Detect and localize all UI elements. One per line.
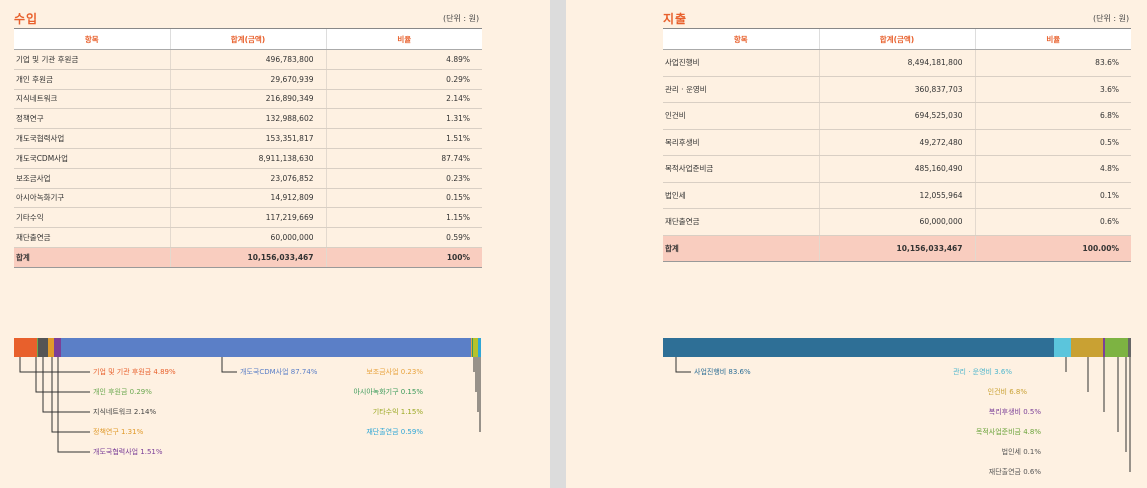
bar-label: 목적사업준비금 4.8% [975, 428, 1041, 436]
bar-label: 사업진행비 83.6% [694, 368, 751, 376]
bar-label: 법인세 0.1% [1001, 448, 1041, 456]
leader-line [42, 357, 90, 413]
bar-label: 보조금사업 0.23% [366, 368, 423, 376]
bar-label: 재단출연금 0.6% [988, 468, 1041, 476]
bar-label: 개도국협력사업 1.51% [93, 448, 163, 456]
bar-label: 기업 및 기관 후원금 4.89% [93, 368, 176, 376]
income-panel: 수입 (단위 : 원) 항목 합계(금액) 비율 기업 및 기관 후원금 496,… [0, 0, 550, 488]
bar-label: 재단출연금 0.59% [366, 428, 423, 436]
bar-label: 복리후생비 0.5% [988, 408, 1041, 416]
expense-leader-lines [675, 357, 1131, 472]
income-leader-lines [19, 357, 481, 453]
leader-line [675, 357, 691, 373]
bar-label: 정책연구 1.31% [93, 428, 144, 436]
expense-panel: 지출 (단위 : 원) 항목 합계(금액) 비율 사업진행비 8,494,181,… [566, 0, 1147, 488]
bar-label: 기타수익 1.15% [372, 408, 423, 416]
bar-label: 개도국CDM사업 87.74% [240, 368, 318, 376]
bar-label: 아시아녹화기구 0.15% [353, 388, 423, 396]
leader-line [57, 357, 90, 453]
bar-label: 개인 후원금 0.29% [93, 388, 152, 396]
bar-label: 관리 · 운영비 3.6% [953, 368, 1012, 376]
leader-line [35, 357, 90, 393]
leader-line [19, 357, 90, 373]
bar-label: 인건비 6.8% [987, 388, 1027, 396]
leader-line [221, 357, 237, 373]
bar-label: 지식네트워크 2.14% [93, 408, 157, 416]
